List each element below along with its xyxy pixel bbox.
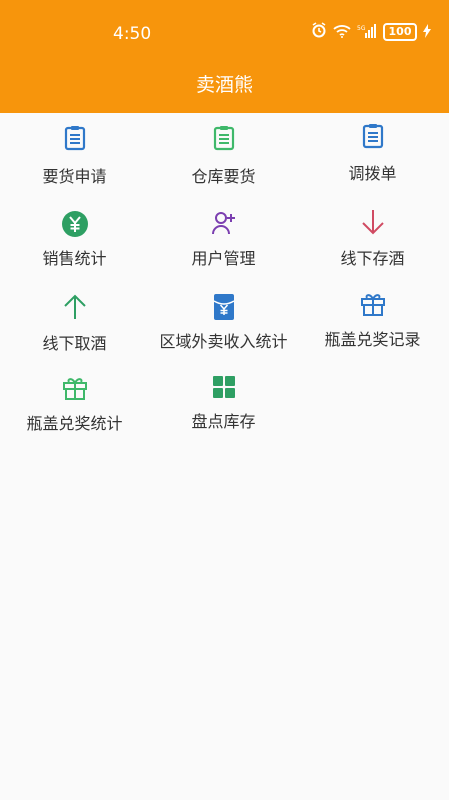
menu-item-transfer-order[interactable]: 调拨单 — [298, 123, 447, 203]
document-icon — [362, 124, 383, 149]
yen-circle-icon — [61, 211, 88, 237]
red-packet-icon — [213, 294, 234, 320]
status-icons: 5G 100 — [311, 22, 431, 42]
menu-item-label: 线下取酒 — [42, 334, 107, 353]
menu-item-label: 用户管理 — [191, 249, 256, 268]
svg-text:5G: 5G — [357, 25, 366, 32]
menu-item-label: 调拨单 — [348, 164, 397, 183]
arrow-up-icon — [63, 294, 86, 319]
signal-icon: 5G — [357, 23, 377, 42]
menu-item-label: 盘点库存 — [191, 412, 256, 431]
charging-icon — [423, 23, 431, 42]
menu-item-label: 销售统计 — [42, 249, 107, 268]
menu-item-sales-stats[interactable]: 销售统计 — [0, 210, 149, 290]
menu-item-label: 要货申请 — [42, 167, 107, 186]
menu-item-regional-takeaway-income[interactable]: 区域外卖收入统计 — [149, 293, 298, 373]
wifi-icon — [333, 23, 351, 42]
gift-icon — [62, 378, 87, 400]
arrow-down-icon — [361, 210, 384, 235]
gift-icon — [360, 294, 385, 316]
menu-item-warehouse-request[interactable]: 仓库要货 — [149, 125, 298, 205]
menu-item-user-management[interactable]: 用户管理 — [149, 210, 298, 290]
menu-item-label: 仓库要货 — [191, 167, 256, 186]
menu-item-label: 瓶盖兑奖统计 — [26, 414, 123, 433]
user-add-icon — [211, 212, 235, 235]
document-icon — [213, 126, 234, 151]
menu-item-purchase-request[interactable]: 要货申请 — [0, 125, 149, 205]
alarm-icon — [311, 22, 327, 42]
menu-item-label: 区域外卖收入统计 — [159, 332, 288, 351]
menu-item-cap-prize-records[interactable]: 瓶盖兑奖记录 — [298, 291, 447, 371]
grid-icon — [212, 376, 235, 398]
menu-item-label: 线下存酒 — [340, 249, 405, 268]
battery-icon: 100 — [383, 23, 417, 41]
status-time: 4:50 — [113, 24, 152, 44]
page-title: 卖酒熊 — [195, 74, 253, 96]
menu-item-inventory-check[interactable]: 盘点库存 — [149, 375, 298, 455]
menu-item-cap-prize-stats[interactable]: 瓶盖兑奖统计 — [0, 375, 149, 455]
document-icon — [64, 126, 85, 151]
menu-item-label: 瓶盖兑奖记录 — [324, 330, 421, 349]
app-header: 4:50 5G 100 卖酒熊 — [0, 0, 449, 113]
menu-grid: 要货申请 仓库要货 调拨单 销售统计 用户管理 线下存酒 线下取酒 区域外卖收入… — [0, 113, 449, 800]
menu-item-offline-deposit[interactable]: 线下存酒 — [298, 208, 447, 288]
menu-item-offline-pickup[interactable]: 线下取酒 — [0, 293, 149, 373]
